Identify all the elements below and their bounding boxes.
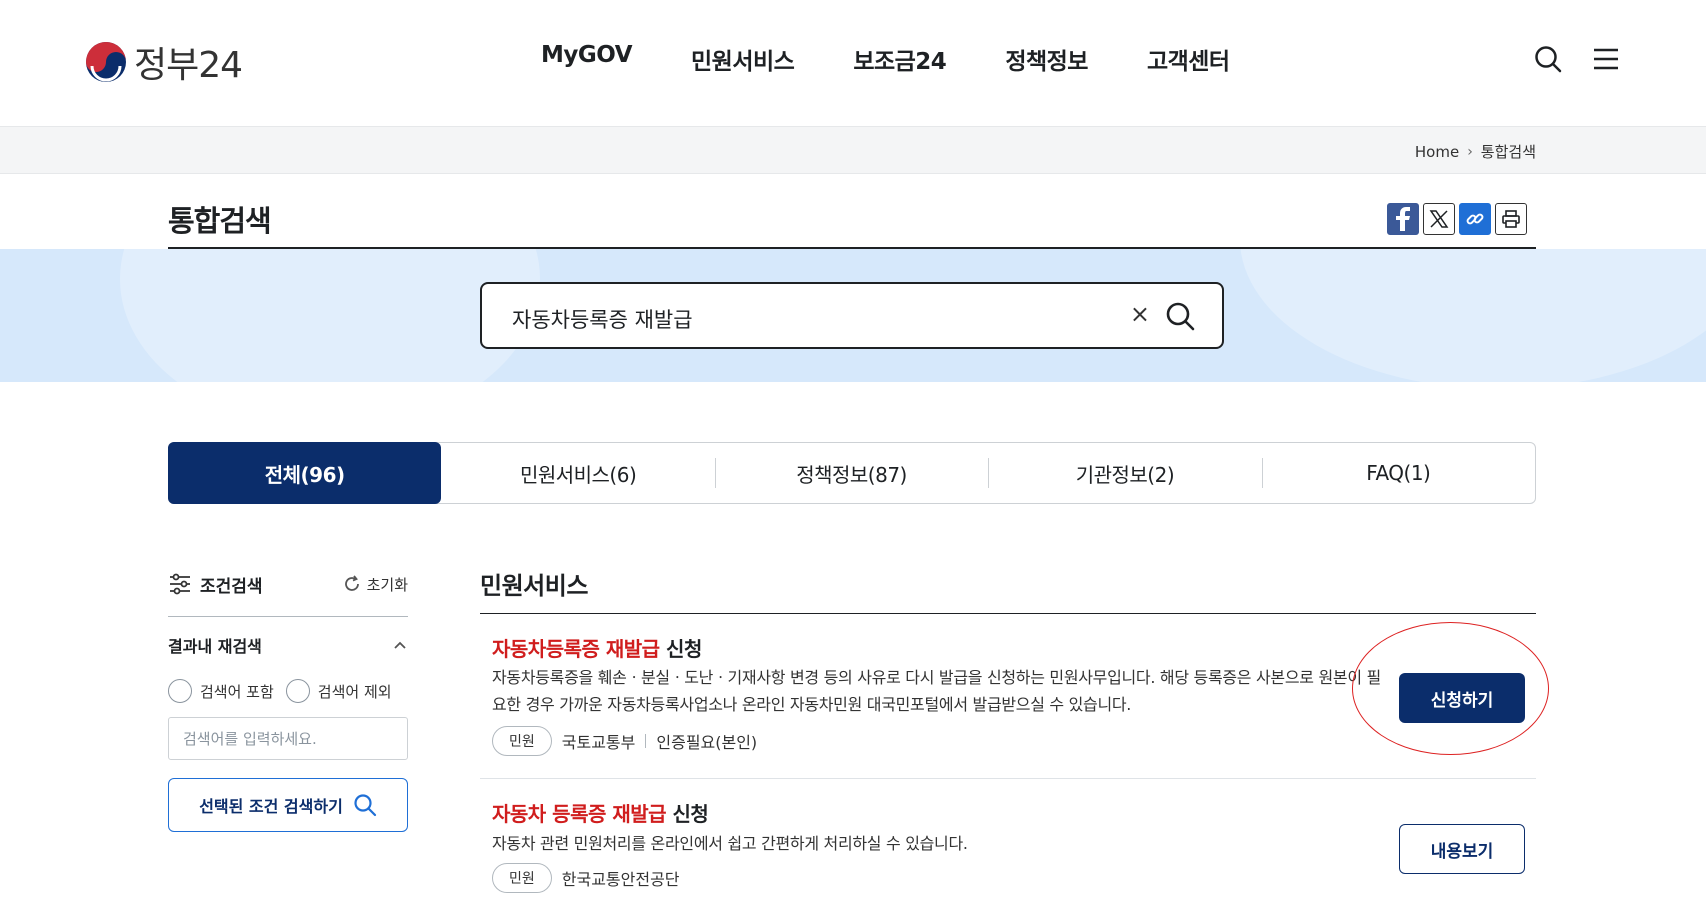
share-toolbar: [1387, 203, 1527, 235]
nav-item-mygov[interactable]: MyGOV: [541, 42, 633, 76]
filter-title-label: 조건검색: [200, 576, 263, 597]
result-meta: 민원 한국교통안전공단: [492, 863, 680, 893]
site-header: 정부24 MyGOV 민원서비스 보조금24 정책정보 고객센터: [0, 0, 1706, 126]
refine-radio-group: 검색어 포함 검색어 제외: [168, 679, 408, 703]
sidebar-divider: [168, 616, 408, 617]
result-org: 한국교통안전공단: [561, 870, 680, 889]
page-title: 통합검색: [168, 204, 272, 238]
result-title-highlight: 자동차 등록증 재발급: [492, 802, 667, 826]
nav-item-policy-info[interactable]: 정책정보: [1005, 42, 1088, 76]
refine-search-input[interactable]: [168, 717, 408, 760]
radio-include[interactable]: 검색어 포함: [168, 679, 274, 703]
tab-all[interactable]: 전체(96): [168, 442, 442, 504]
search-box: 자동차등록증 재발급 ×: [480, 282, 1224, 349]
result-title-rest: 신청: [659, 637, 702, 661]
filter-title: 조건검색: [168, 572, 263, 597]
tab-agency-info[interactable]: 기관정보(2): [988, 443, 1261, 503]
result-title[interactable]: 자동차등록증 재발급 신청: [492, 633, 702, 662]
refine-search-toggle[interactable]: 결과내 재검색: [168, 633, 408, 657]
radio-circle[interactable]: [168, 679, 192, 703]
facebook-icon[interactable]: [1387, 203, 1419, 235]
reset-label: 초기화: [366, 575, 408, 594]
search-icon[interactable]: [1533, 44, 1563, 74]
result-description: 자동차등록증을 훼손ㆍ분실ㆍ도난ㆍ기재사항 변경 등의 사유로 다시 발급을 신…: [492, 668, 1381, 714]
logo-text: 정부24: [134, 45, 243, 86]
radio-include-label: 검색어 포함: [200, 682, 274, 701]
radio-exclude[interactable]: 검색어 제외: [285, 679, 392, 703]
results-section-title: 민원서비스: [480, 572, 588, 600]
site-logo[interactable]: 정부24: [84, 36, 243, 88]
refine-search-title: 결과내 재검색: [168, 637, 262, 656]
print-icon[interactable]: [1495, 203, 1527, 235]
filter-sidebar: 조건검색 초기화 결과내 재검색 검색어 포함 검색어 제외 선택된 조건 검색…: [168, 570, 408, 832]
chevron-right-icon: ›: [1467, 143, 1473, 160]
result-item: 자동차등록증 재발급 신청 자동차등록증을 훼손ㆍ분실ㆍ도난ㆍ기재사항 변경 등…: [480, 614, 1536, 779]
nav-item-customer-center[interactable]: 고객센터: [1147, 42, 1230, 76]
x-icon[interactable]: [1423, 203, 1455, 235]
apply-filter-button[interactable]: 선택된 조건 검색하기: [168, 778, 408, 832]
radio-exclude-label: 검색어 제외: [317, 682, 392, 701]
nav-item-subsidy24[interactable]: 보조금24: [853, 42, 947, 76]
search-icon: [354, 794, 376, 817]
tab-civil-service[interactable]: 민원서비스(6): [441, 443, 714, 503]
radio-circle[interactable]: [285, 679, 310, 703]
taegeuk-logo-icon: [86, 42, 126, 82]
breadcrumb-band: Home › 통합검색: [0, 126, 1706, 174]
clear-icon[interactable]: ×: [1130, 300, 1150, 328]
sliders-icon: [170, 573, 190, 595]
result-title-highlight: 자동차등록증 재발급: [492, 637, 660, 661]
apply-button[interactable]: 신청하기: [1399, 673, 1525, 723]
result-meta: 민원 국토교통부 인증필요(본인): [492, 726, 757, 756]
search-input[interactable]: 자동차등록증 재발급: [512, 304, 693, 334]
result-title-rest: 신청: [666, 802, 709, 826]
band-decoration: [120, 249, 540, 382]
hamburger-menu-icon[interactable]: [1591, 44, 1621, 74]
tab-faq[interactable]: FAQ(1): [1261, 443, 1535, 503]
main-nav: MyGOV 민원서비스 보조금24 정책정보 고객센터: [541, 42, 1289, 76]
result-tabs: 전체(96) 민원서비스(6) 정책정보(87) 기관정보(2) FAQ(1): [168, 442, 1536, 504]
link-icon[interactable]: [1459, 203, 1491, 235]
breadcrumb: Home › 통합검색: [1415, 141, 1536, 162]
category-chip: 민원: [492, 863, 552, 893]
search-submit-icon[interactable]: [1164, 300, 1196, 332]
category-chip: 민원: [492, 726, 552, 756]
filter-header: 조건검색 초기화: [168, 570, 408, 598]
band-decoration: [1240, 249, 1706, 382]
result-description: 자동차 관련 민원처리를 온라인에서 쉽고 간편하게 처리하실 수 있습니다.: [492, 834, 968, 853]
view-details-button[interactable]: 내용보기: [1399, 824, 1525, 874]
tab-policy-info[interactable]: 정책정보(87): [714, 443, 988, 503]
breadcrumb-home[interactable]: Home: [1415, 143, 1459, 161]
result-title[interactable]: 자동차 등록증 재발급 신청: [492, 798, 709, 827]
refresh-icon: [344, 575, 359, 591]
breadcrumb-current: 통합검색: [1480, 143, 1536, 161]
reset-button[interactable]: 초기화: [342, 574, 408, 595]
result-auth: 인증필요(본인): [656, 733, 758, 752]
nav-item-civil-service[interactable]: 민원서비스: [691, 42, 795, 76]
apply-filter-label: 선택된 조건 검색하기: [199, 797, 343, 816]
result-item: 자동차 등록증 재발급 신청 자동차 관련 민원처리를 온라인에서 쉽고 간편하…: [480, 780, 1536, 911]
meta-divider: [645, 734, 647, 748]
result-org: 국토교통부: [561, 733, 636, 752]
chevron-up-icon: [394, 641, 406, 649]
